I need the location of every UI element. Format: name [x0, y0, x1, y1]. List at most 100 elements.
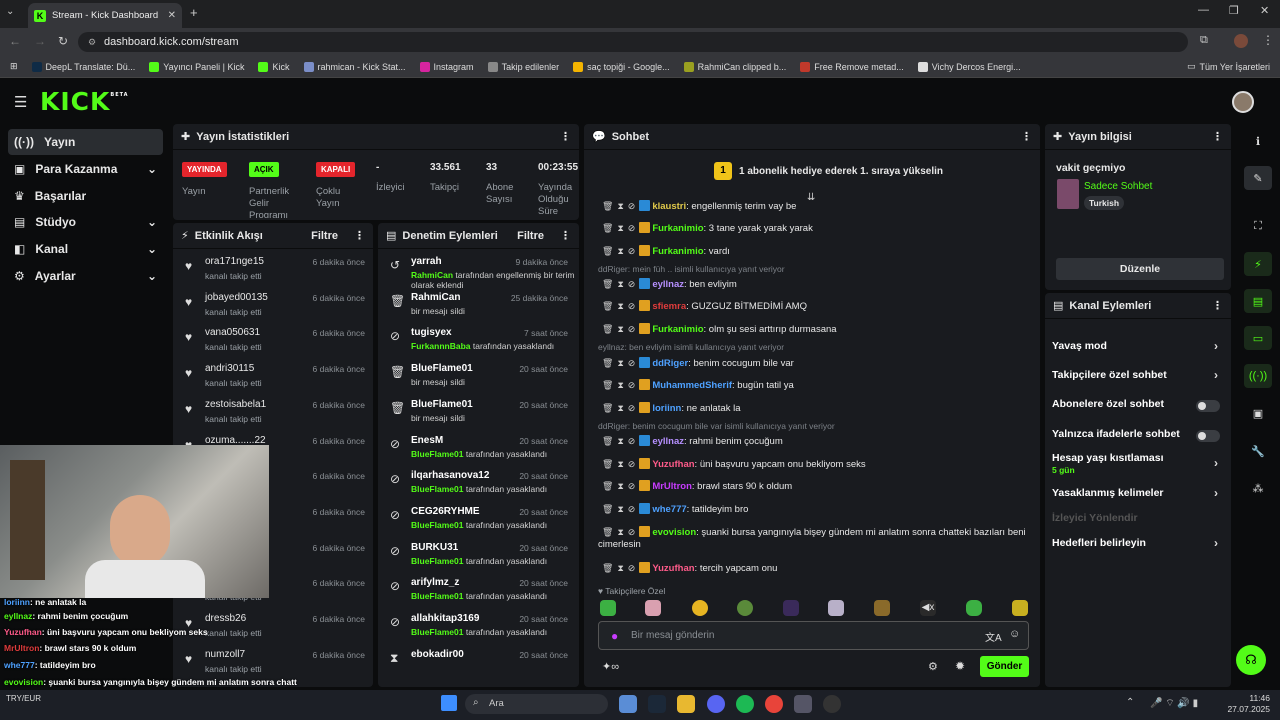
channel-action[interactable]: Hesap yaşı kısıtlaması 5 gün › — [1052, 452, 1228, 475]
discord-icon[interactable] — [707, 695, 725, 713]
back-icon[interactable]: ← — [9, 34, 21, 48]
chat-message[interactable]: 🗑 ⧗ ⊘ Furkanimio: olm şu sesi arttırıp durm… — [598, 323, 1038, 336]
trash-icon[interactable]: 🗑 — [602, 324, 613, 334]
chat-username[interactable]: Furkanimio — [652, 223, 703, 234]
emote-icon[interactable] — [1012, 600, 1028, 616]
ban-icon[interactable]: ⊘ — [628, 380, 636, 390]
bolt-icon[interactable]: ⚡ — [1244, 252, 1272, 276]
emote-icon[interactable] — [600, 600, 616, 616]
timeout-icon[interactable]: ⧗ — [617, 563, 623, 573]
tab-close-icon[interactable]: ✕ — [168, 10, 176, 21]
moderation-item[interactable]: ⊘ allahkitap3169 20 saat önce BlueFlame01 t… — [378, 610, 578, 646]
taskbar-search[interactable]: Ara — [465, 694, 608, 714]
timeout-icon[interactable]: ⧗ — [617, 246, 623, 256]
minimize-icon[interactable]: — — [1198, 4, 1209, 16]
chat-message[interactable]: 🗑 ⧗ ⊘ klaustri: engellenmiş terim vay be — [598, 200, 1038, 213]
timeout-icon[interactable]: ⧗ — [617, 436, 623, 446]
trash-icon[interactable]: 🗑 — [602, 481, 613, 491]
timeout-icon[interactable]: ⧗ — [617, 301, 623, 311]
bookmark-item[interactable]: Kick — [251, 61, 296, 72]
screen-icon[interactable]: ▣ — [1244, 401, 1272, 425]
trash-icon[interactable]: 🗑 — [602, 246, 613, 256]
moderation-item[interactable]: 🗑 RahmiCan 25 dakika önce bir mesajı sildi — [378, 289, 578, 325]
trash-icon[interactable]: 🗑 — [602, 563, 613, 573]
trash-icon[interactable]: 🗑 — [602, 358, 613, 368]
timeout-icon[interactable]: ⧗ — [617, 403, 623, 413]
chat-username[interactable]: eyllnaz — [652, 279, 684, 290]
ban-icon[interactable]: ⊘ — [628, 504, 636, 514]
windows-start-icon[interactable] — [441, 695, 457, 711]
ban-icon[interactable]: ⊘ — [628, 223, 636, 233]
channel-action[interactable]: Yalnızca ifadelerle sohbet — [1052, 428, 1228, 446]
trash-icon[interactable]: 🗑 — [602, 459, 613, 469]
kick-logo[interactable]: KICKBETA — [40, 87, 129, 116]
trash-icon[interactable]: 🗑 — [602, 201, 613, 211]
trash-icon[interactable]: 🗑 — [602, 380, 613, 390]
toggle-switch[interactable] — [1196, 400, 1220, 412]
reload-icon[interactable]: ↻ — [58, 34, 68, 48]
url-input[interactable]: dashboard.kick.com/stream — [78, 32, 1188, 52]
chat-message[interactable]: 🗑 ⧗ ⊘ Yuzufhan: üni başvuru yapcam onu bekl… — [598, 458, 1038, 471]
tab-list-icon[interactable]: ⌄ — [6, 6, 14, 17]
currency-widget[interactable]: TRY/EUR — [6, 694, 41, 703]
timeout-icon[interactable]: ⧗ — [617, 324, 623, 334]
browser-tab[interactable]: K Stream - Kick Dashboard ✕ — [28, 3, 182, 28]
chat-username[interactable]: evovision — [652, 527, 696, 538]
moderation-item[interactable]: 🗑 BlueFlame01 20 saat önce bir mesajı sildi — [378, 396, 578, 432]
edit-icon[interactable]: ✎ — [1244, 166, 1272, 190]
mod-shield-icon[interactable]: ✹ — [955, 659, 965, 673]
more-icon[interactable]: ⋮ — [560, 130, 571, 143]
broadcast-icon[interactable]: ((·)) — [1244, 364, 1272, 388]
trash-icon[interactable]: 🗑 — [602, 504, 613, 514]
chat-message[interactable]: 🗑 ⧗ ⊘ whe777: tatildeyim bro — [598, 503, 1038, 516]
chat-settings-icon[interactable]: ⚙ — [928, 660, 938, 673]
nav-item-para-kazanma[interactable]: ▣ Para Kazanma ⌄ — [8, 156, 163, 182]
activity-item[interactable]: ♥ jobayed00135 kanalı takip etti 6 dakika ö… — [173, 289, 373, 325]
chat-username[interactable]: Furkanimio — [652, 246, 703, 257]
mic-icon[interactable]: ● — [611, 629, 618, 643]
more-icon[interactable]: ⋮ — [560, 229, 571, 242]
trash-icon[interactable]: 🗑 — [602, 223, 613, 233]
ban-icon[interactable]: ⊘ — [628, 324, 636, 334]
send-button[interactable]: Gönder — [980, 656, 1029, 677]
ban-icon[interactable]: ⊘ — [628, 436, 636, 446]
mute-emote-icon[interactable]: ◀x — [920, 600, 936, 616]
chat-message[interactable]: 🗑 ⧗ ⊘ Furkanimio: vardı — [598, 245, 1038, 258]
restore-icon[interactable]: ❐ — [1229, 4, 1239, 17]
moderation-item[interactable]: 🗑 BlueFlame01 20 saat önce bir mesajı sildi — [378, 360, 578, 396]
explorer-icon[interactable] — [677, 695, 695, 713]
chat-username[interactable]: MuhammedSherif — [652, 380, 732, 391]
spotify-icon[interactable] — [736, 695, 754, 713]
activity-item[interactable]: ♥ vana050631 kanalı takip etti 6 dakika önc… — [173, 324, 373, 360]
chat-message[interactable]: 🗑 ⧗ ⊘ MuhammedSherif: bugün tatil ya — [598, 379, 1038, 392]
emoji-icon[interactable]: ☺ — [1009, 628, 1020, 640]
new-tab-icon[interactable]: + — [190, 5, 198, 20]
chat-message[interactable]: 🗑 ⧗ ⊘ sfiemra: GUZGUZ BİTMEDİMİ AMQ — [598, 300, 1038, 313]
activity-item[interactable]: ♥ ora171nge15 kanalı takip etti 6 dakika ön… — [173, 253, 373, 289]
ban-icon[interactable]: ⊘ — [628, 403, 636, 413]
ban-icon[interactable]: ⊘ — [628, 527, 636, 537]
hamburger-menu-icon[interactable]: ☰ — [14, 93, 27, 111]
clock[interactable]: 11:46 27.07.2025 — [1226, 693, 1270, 715]
trash-icon[interactable]: 🗑 — [602, 436, 613, 446]
ban-icon[interactable]: ⊘ — [628, 358, 636, 368]
category-link[interactable]: Sadece Sohbet — [1084, 181, 1152, 192]
ban-icon[interactable]: ⊘ — [628, 279, 636, 289]
more-icon[interactable]: ⋮ — [1021, 130, 1032, 143]
emote-icon[interactable] — [828, 600, 844, 616]
moderation-item[interactable]: ⊘ arifylmz_z 20 saat önce BlueFlame01 taraf… — [378, 574, 578, 610]
chat-message[interactable]: 🗑 ⧗ ⊘ Yuzufhan: tercih yapcam onu — [598, 562, 1038, 575]
emote-icon[interactable] — [783, 600, 799, 616]
nav-item-studyo[interactable]: ▤ Stüdyo ⌄ — [8, 209, 163, 235]
timeout-icon[interactable]: ⧗ — [617, 223, 623, 233]
chat-username[interactable]: MrUltron — [652, 481, 692, 492]
browser-menu-icon[interactable]: ⋮ — [1262, 33, 1274, 47]
info-icon[interactable]: ℹ — [1244, 129, 1272, 153]
gift-promo-text[interactable]: 1 abonelik hediye ederek 1. sıraya yükse… — [739, 166, 943, 177]
emote-icon[interactable] — [874, 600, 890, 616]
channel-action[interactable]: Yasaklanmış kelimeler › — [1052, 486, 1228, 505]
moderation-item[interactable]: ⊘ tugisyex 7 saat önce FurkannnBaba tarafın… — [378, 324, 578, 360]
bookmark-item[interactable]: Vichy Dercos Energi... — [911, 61, 1028, 72]
edit-button[interactable]: Düzenle — [1056, 258, 1224, 280]
nav-item-kanal[interactable]: ◧ Kanal ⌄ — [8, 236, 163, 262]
